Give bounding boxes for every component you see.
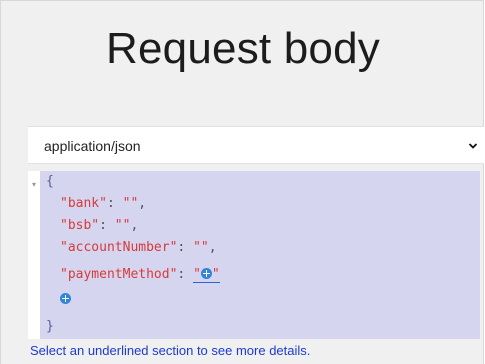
json-value-payment-method-open: " bbox=[193, 267, 201, 282]
comma: , bbox=[130, 218, 139, 233]
colon: : bbox=[177, 267, 194, 282]
section-title: Request body bbox=[106, 24, 380, 73]
json-editor[interactable]: ▾ { "bank": "", "bsb": "", "accountNumbe… bbox=[28, 171, 482, 341]
code-line-add-property bbox=[60, 289, 71, 310]
colon: : bbox=[106, 196, 123, 211]
json-key-bank: "bank" bbox=[60, 196, 107, 211]
close-brace: } bbox=[46, 319, 54, 334]
json-value-payment-method-close: " bbox=[211, 267, 220, 282]
add-property-icon[interactable] bbox=[60, 293, 71, 304]
plus-circle-icon[interactable] bbox=[200, 268, 212, 279]
code-line-payment-method: "paymentMethod": " " bbox=[60, 264, 220, 285]
content-type-value: application/json bbox=[44, 138, 141, 154]
editor-gutter: ▾ bbox=[28, 171, 40, 339]
json-value-bsb: "" bbox=[114, 218, 131, 233]
comma: , bbox=[208, 240, 217, 255]
colon: : bbox=[99, 218, 115, 233]
code-line-bsb: "bsb": "", bbox=[60, 215, 138, 236]
code-line-close: } bbox=[46, 316, 54, 337]
chevron-down-icon bbox=[468, 143, 478, 149]
content-type-select[interactable]: application/json bbox=[28, 126, 484, 164]
json-key-payment-method: "paymentMethod" bbox=[60, 267, 178, 282]
open-brace: { bbox=[46, 174, 54, 189]
colon: : bbox=[177, 240, 194, 255]
code-line-account-number: "accountNumber": "", bbox=[60, 237, 217, 258]
code-line-bank: "bank": "", bbox=[60, 193, 146, 214]
fold-arrow-icon[interactable]: ▾ bbox=[32, 180, 36, 189]
json-value-bank: "" bbox=[122, 196, 139, 211]
json-key-account-number: "accountNumber" bbox=[60, 240, 178, 255]
comma: , bbox=[138, 196, 147, 211]
json-code[interactable]: { "bank": "", "bsb": "", "accountNumber"… bbox=[40, 171, 480, 339]
underline-hint: Select an underlined section to see more… bbox=[30, 343, 311, 358]
payment-method-value-link[interactable]: " " bbox=[193, 267, 220, 283]
json-key-bsb: "bsb" bbox=[60, 218, 100, 233]
code-line-open: { bbox=[46, 171, 54, 192]
page: Request body application/json ▾ { "bank"… bbox=[0, 0, 485, 364]
json-value-account-number: "" bbox=[193, 240, 209, 255]
